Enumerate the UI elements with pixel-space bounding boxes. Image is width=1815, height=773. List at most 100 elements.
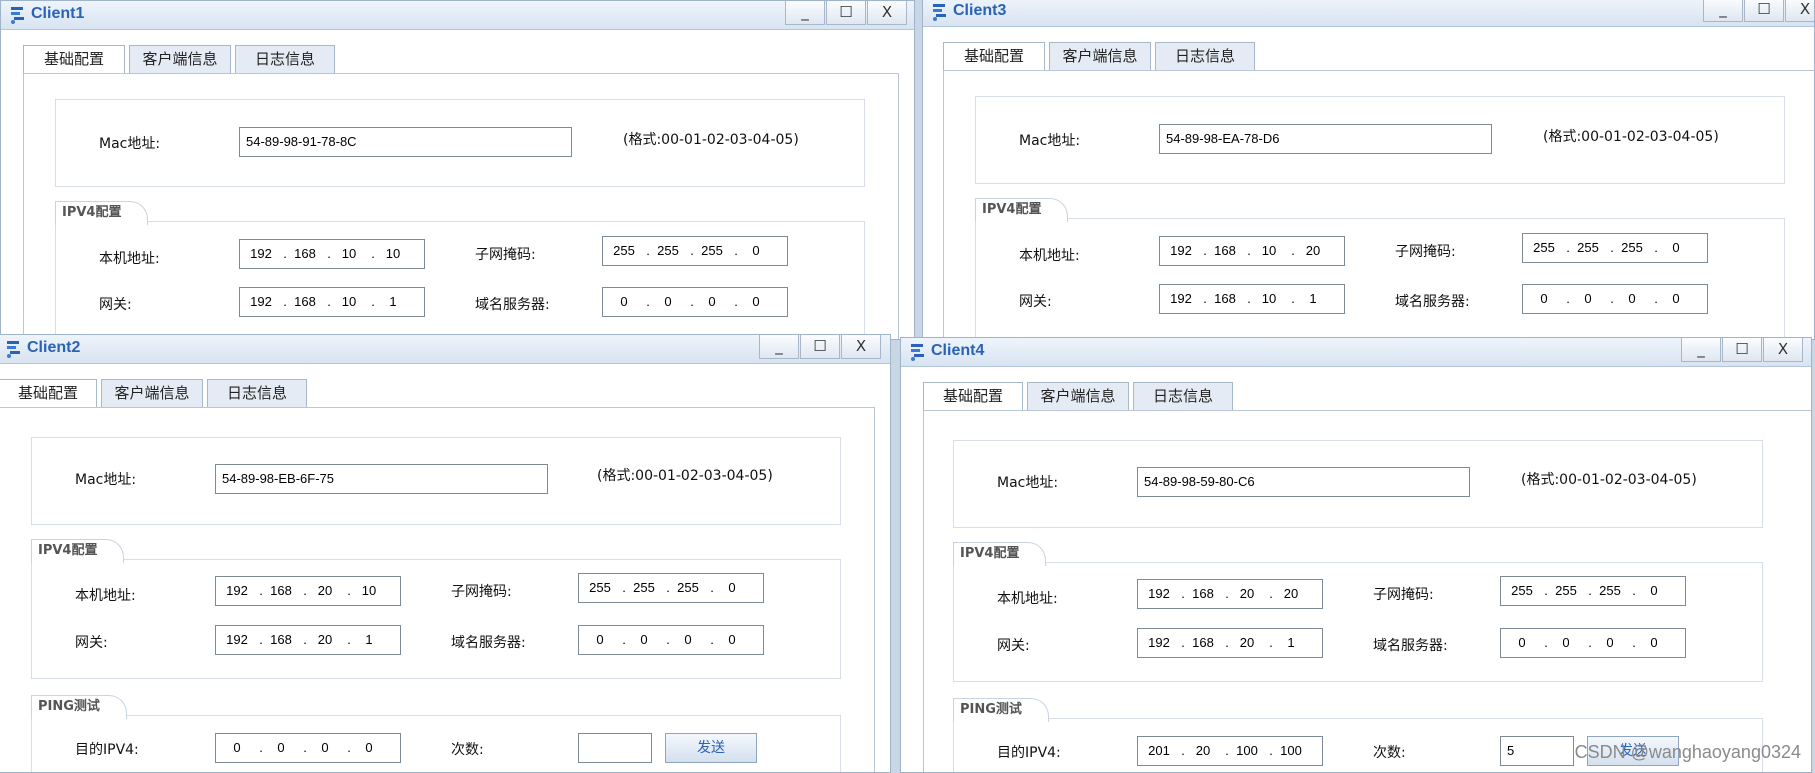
count-input[interactable]: 5 — [1500, 736, 1574, 766]
ip-octet[interactable]: 0 — [1593, 629, 1627, 657]
ip-octet[interactable]: 192 — [1142, 629, 1176, 657]
local-ip-input[interactable]: 192. 168. 20. 10 — [215, 576, 401, 606]
ip-octet[interactable]: 1 — [352, 626, 386, 654]
client2-titlebar[interactable]: Client2 _ ☐ X — [0, 335, 890, 364]
subnet-input[interactable]: 255. 255. 255. 0 — [602, 236, 788, 266]
ip-octet[interactable]: 20 — [1230, 580, 1264, 608]
ip-octet[interactable]: 0 — [739, 237, 773, 265]
ip-octet[interactable]: 255 — [651, 237, 685, 265]
ip-octet[interactable]: 0 — [671, 626, 705, 654]
ip-octet[interactable]: 0 — [1615, 285, 1649, 313]
tab-basic-config[interactable]: 基础配置 — [0, 379, 97, 408]
ip-octet[interactable]: 168 — [1208, 285, 1242, 313]
maximize-button[interactable]: ☐ — [826, 1, 866, 25]
ip-octet[interactable]: 192 — [1164, 237, 1198, 265]
close-button[interactable]: X — [867, 1, 907, 25]
ip-octet[interactable]: 0 — [1637, 629, 1671, 657]
ip-octet[interactable]: 0 — [715, 626, 749, 654]
ip-octet[interactable]: 0 — [627, 626, 661, 654]
ip-octet[interactable]: 255 — [1527, 234, 1561, 262]
ip-octet[interactable]: 168 — [288, 240, 322, 268]
ip-octet[interactable]: 0 — [308, 734, 342, 762]
ip-octet[interactable]: 20 — [1274, 580, 1308, 608]
mac-input[interactable]: 54-89-98-59-80-C6 — [1137, 467, 1470, 497]
tab-log-info[interactable]: 日志信息 — [1155, 42, 1255, 70]
subnet-input[interactable]: 255. 255. 255. 0 — [578, 573, 764, 603]
ip-octet[interactable]: 0 — [715, 574, 749, 602]
ip-octet[interactable]: 0 — [651, 288, 685, 316]
tab-client-info[interactable]: 客户端信息 — [1049, 42, 1151, 70]
tab-basic-config[interactable]: 基础配置 — [923, 382, 1023, 411]
ip-octet[interactable]: 255 — [695, 237, 729, 265]
close-button[interactable]: X — [1763, 338, 1803, 362]
minimize-button[interactable]: _ — [1703, 0, 1743, 22]
ip-octet[interactable]: 0 — [1659, 234, 1693, 262]
close-button[interactable]: X — [841, 335, 881, 359]
ip-octet[interactable]: 192 — [244, 288, 278, 316]
ip-octet[interactable]: 10 — [332, 288, 366, 316]
ip-octet[interactable]: 168 — [1186, 629, 1220, 657]
mac-input[interactable]: 54-89-98-91-78-8C — [239, 127, 572, 157]
ip-octet[interactable]: 0 — [1637, 577, 1671, 605]
ip-octet[interactable]: 20 — [308, 577, 342, 605]
dns-input[interactable]: 0.0.0.0 — [1522, 284, 1708, 314]
ip-octet[interactable]: 0 — [583, 626, 617, 654]
ip-octet[interactable]: 1 — [1274, 629, 1308, 657]
maximize-button[interactable]: ☐ — [1744, 0, 1784, 22]
client4-titlebar[interactable]: Client4 _ ☐ X — [901, 338, 1811, 367]
ip-octet[interactable]: 20 — [1296, 237, 1330, 265]
gateway-input[interactable]: 192. 168. 20. 1 — [215, 625, 401, 655]
dns-input[interactable]: 0.0.0.0 — [602, 287, 788, 317]
ip-octet[interactable]: 168 — [264, 626, 298, 654]
ip-octet[interactable]: 255 — [1615, 234, 1649, 262]
minimize-button[interactable]: _ — [759, 335, 799, 359]
ip-octet[interactable]: 100 — [1230, 737, 1264, 765]
ip-octet[interactable]: 192 — [1142, 580, 1176, 608]
ip-octet[interactable]: 100 — [1274, 737, 1308, 765]
ip-octet[interactable]: 255 — [627, 574, 661, 602]
ip-octet[interactable]: 20 — [1230, 629, 1264, 657]
local-ip-input[interactable]: 192. 168. 10. 10 — [239, 239, 425, 269]
ip-octet[interactable]: 255 — [1593, 577, 1627, 605]
tab-log-info[interactable]: 日志信息 — [1133, 382, 1233, 410]
ip-octet[interactable]: 0 — [220, 734, 254, 762]
ip-octet[interactable]: 0 — [1505, 629, 1539, 657]
ip-octet[interactable]: 0 — [695, 288, 729, 316]
ip-octet[interactable]: 255 — [583, 574, 617, 602]
tab-client-info[interactable]: 客户端信息 — [101, 379, 203, 407]
minimize-button[interactable]: _ — [785, 1, 825, 25]
gateway-input[interactable]: 192. 168. 10. 1 — [1159, 284, 1345, 314]
ip-octet[interactable]: 0 — [1571, 285, 1605, 313]
dns-input[interactable]: 0.0.0.0 — [578, 625, 764, 655]
gateway-input[interactable]: 192. 168. 20. 1 — [1137, 628, 1323, 658]
mac-input[interactable]: 54-89-98-EA-78-D6 — [1159, 124, 1492, 154]
ip-octet[interactable]: 10 — [352, 577, 386, 605]
maximize-button[interactable]: ☐ — [800, 335, 840, 359]
ip-octet[interactable]: 0 — [1659, 285, 1693, 313]
tab-log-info[interactable]: 日志信息 — [207, 379, 307, 407]
count-input[interactable] — [578, 733, 652, 763]
gateway-input[interactable]: 192. 168. 10. 1 — [239, 287, 425, 317]
ip-octet[interactable]: 10 — [332, 240, 366, 268]
close-button[interactable]: X — [1785, 0, 1814, 22]
ip-octet[interactable]: 192 — [1164, 285, 1198, 313]
minimize-button[interactable]: _ — [1681, 338, 1721, 362]
ip-octet[interactable]: 10 — [1252, 237, 1286, 265]
ip-octet[interactable]: 201 — [1142, 737, 1176, 765]
ip-octet[interactable]: 20 — [1186, 737, 1220, 765]
maximize-button[interactable]: ☐ — [1722, 338, 1762, 362]
ip-octet[interactable]: 0 — [1527, 285, 1561, 313]
subnet-input[interactable]: 255. 255. 255. 0 — [1500, 576, 1686, 606]
ip-octet[interactable]: 1 — [1296, 285, 1330, 313]
ip-octet[interactable]: 0 — [264, 734, 298, 762]
tab-client-info[interactable]: 客户端信息 — [129, 45, 231, 73]
ip-octet[interactable]: 0 — [352, 734, 386, 762]
ip-octet[interactable]: 255 — [1571, 234, 1605, 262]
ip-octet[interactable]: 168 — [288, 288, 322, 316]
ip-octet[interactable]: 255 — [1505, 577, 1539, 605]
tab-basic-config[interactable]: 基础配置 — [23, 45, 125, 74]
ip-octet[interactable]: 168 — [1208, 237, 1242, 265]
tab-basic-config[interactable]: 基础配置 — [943, 42, 1045, 71]
ip-octet[interactable]: 255 — [671, 574, 705, 602]
ip-octet[interactable]: 20 — [308, 626, 342, 654]
